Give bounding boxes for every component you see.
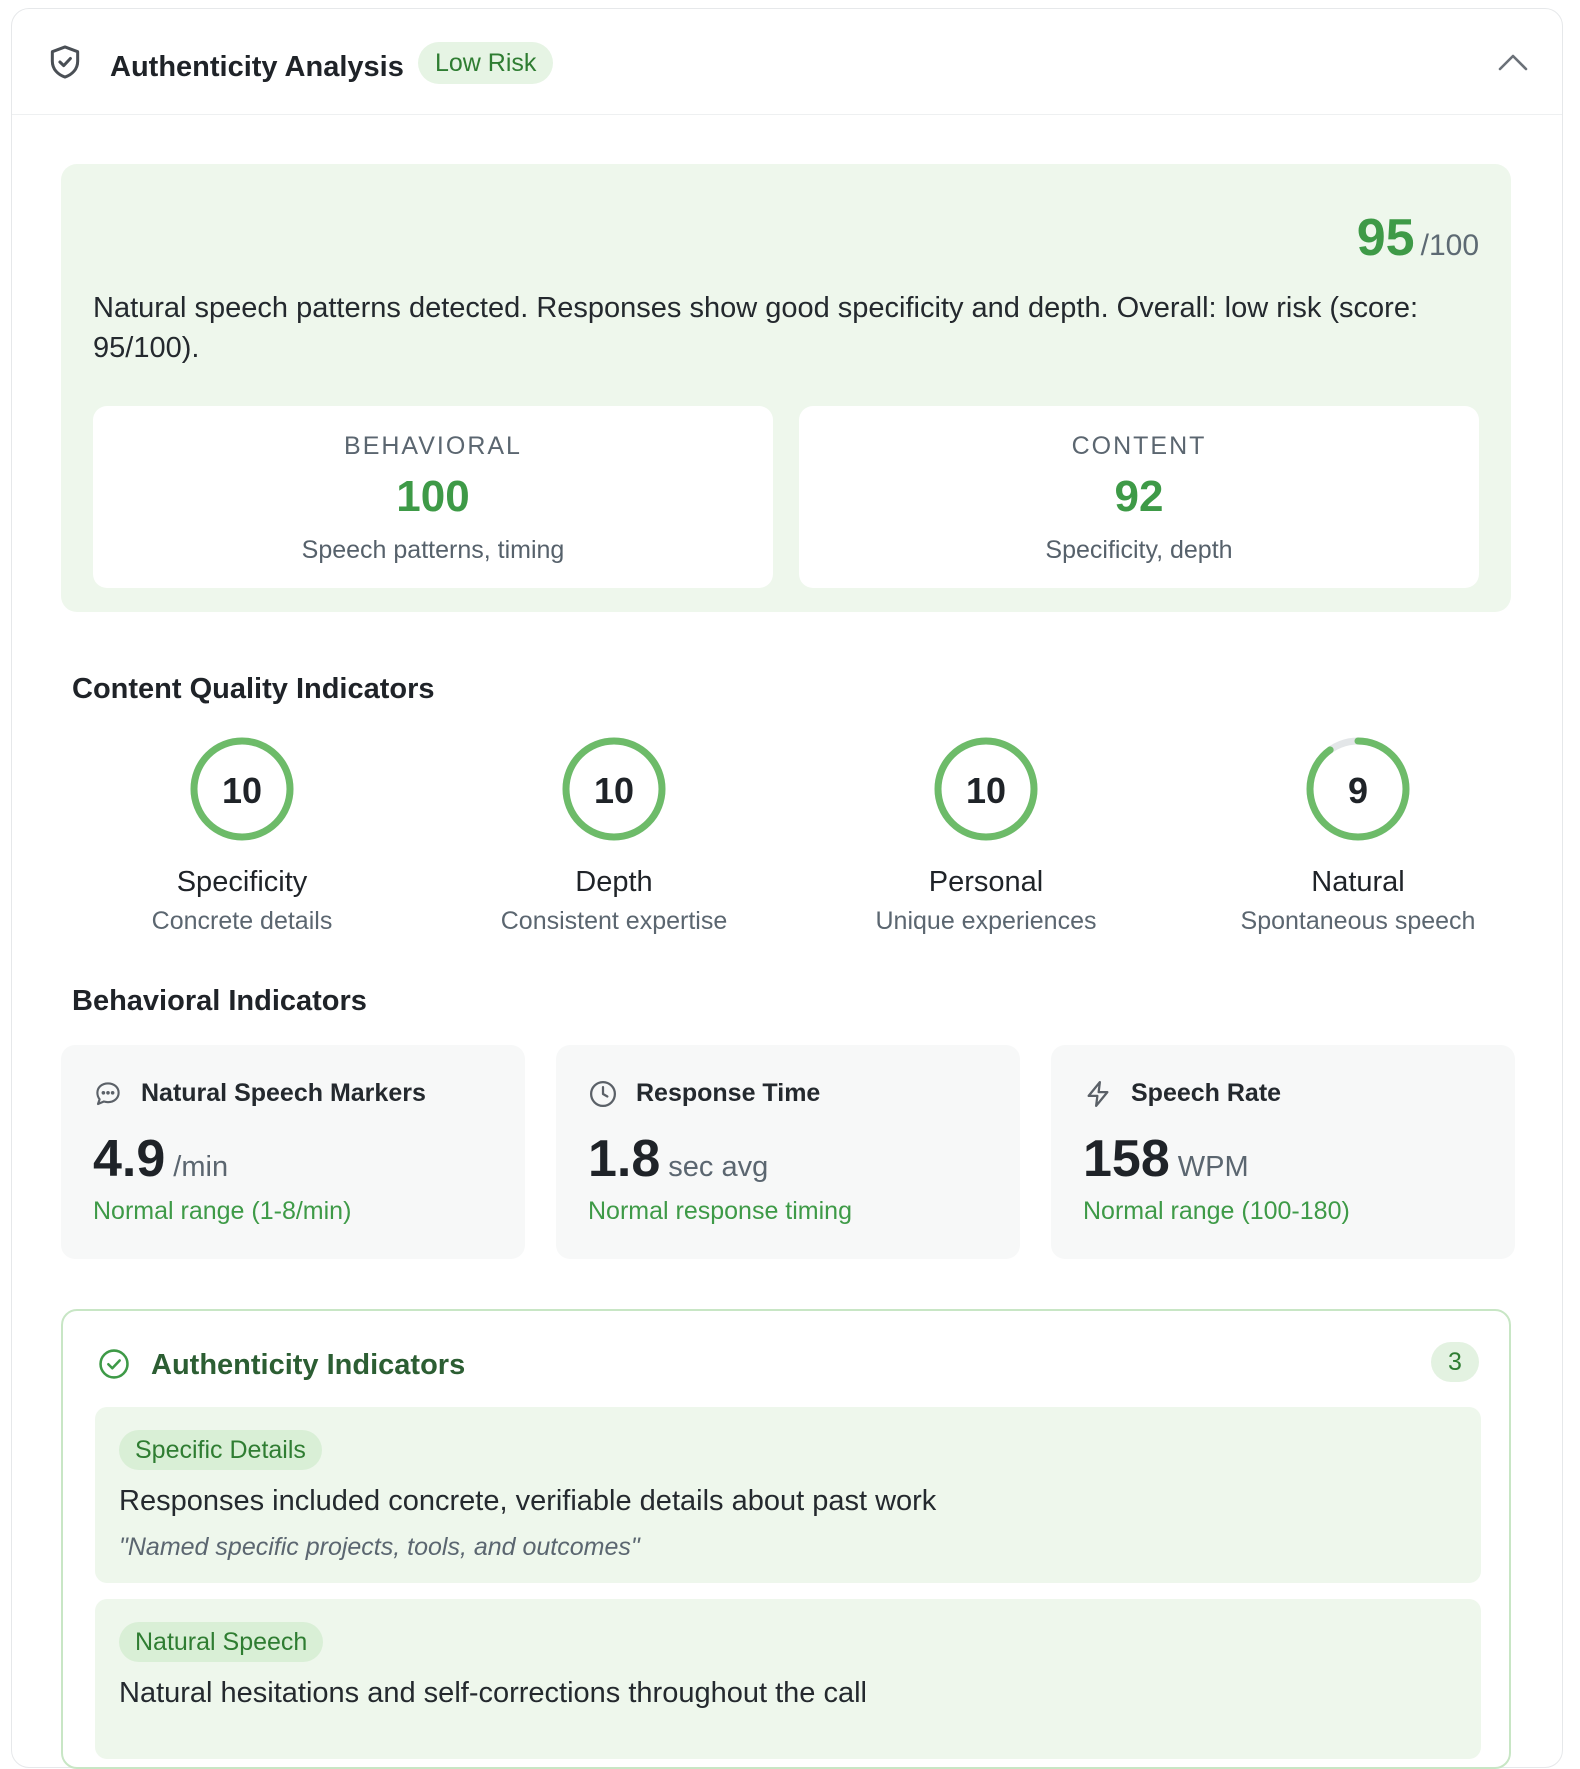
speech-rate-title: Speech Rate: [1131, 1079, 1282, 1107]
authenticity-analysis-card: Authenticity Analysis Low Risk 95/100 Na…: [11, 8, 1563, 1769]
lightning-icon: [1087, 1081, 1109, 1107]
score-ring-value: 10: [221, 770, 263, 811]
clock-icon: [590, 1081, 616, 1107]
quality-indicator-personal: 10 Personal Unique experiences: [800, 734, 1172, 936]
content-quality-title: Content Quality Indicators: [72, 673, 435, 705]
speech-markers-unit: /min: [173, 1151, 229, 1183]
overall-score: 95/100: [1357, 208, 1479, 268]
indicator-item: Specific Details Responses included conc…: [95, 1407, 1481, 1583]
quality-indicator-label: Depth: [575, 866, 653, 898]
risk-summary-panel: 95/100 Natural speech patterns detected.…: [61, 164, 1511, 612]
risk-badge: Low Risk: [418, 42, 554, 84]
overall-score-value: 95: [1356, 209, 1415, 267]
behavioral-indicators-title: Behavioral Indicators: [72, 985, 367, 1017]
speech-rate-card: Speech Rate 158 WPM Normal range (100-180…: [1051, 1045, 1515, 1259]
check-circle-icon: [99, 1349, 129, 1379]
quality-indicator-desc: Unique experiences: [875, 907, 1097, 935]
content-score-card: CONTENT 92 Specificity, depth: [799, 406, 1479, 588]
speech-markers-metric: 4.9/min: [93, 1129, 228, 1189]
behavioral-score-label: BEHAVIORAL: [344, 432, 522, 460]
quality-indicator-label: Natural: [1311, 866, 1405, 898]
speech-rate-metric: 158 WPM: [1083, 1129, 1249, 1189]
indicator-tag: Natural Speech: [119, 1622, 324, 1662]
content-score-label: CONTENT: [1071, 432, 1207, 460]
quality-indicator-depth: 10 Depth Consistent expertise: [428, 734, 800, 936]
score-ring-value: 9: [1347, 770, 1369, 811]
behavioral-score-value: 100: [396, 472, 470, 521]
response-time-title: Response Time: [636, 1079, 821, 1107]
score-ring-value: 10: [593, 770, 635, 811]
quality-indicator-desc: Concrete details: [151, 907, 333, 935]
indicator-item: Natural Speech Natural hesitations and s…: [95, 1599, 1481, 1759]
authenticity-indicators-title: Authenticity Indicators: [151, 1349, 466, 1381]
response-time-metric: 1.8 sec avg: [588, 1129, 768, 1189]
response-time-value: 1.8: [588, 1130, 661, 1188]
overall-score-max: /100: [1420, 229, 1479, 262]
speech-rate-note: Normal range (100-180): [1083, 1197, 1350, 1225]
response-time-unit: sec avg: [668, 1151, 769, 1183]
speech-markers-title: Natural Speech Markers: [141, 1079, 426, 1107]
content-score-desc: Specificity, depth: [1045, 536, 1233, 564]
speech-markers-note: Normal range (1-8/min): [93, 1197, 352, 1225]
indicator-quote: "Named specific projects, tools, and out…: [119, 1533, 640, 1561]
shield-check-icon: [50, 45, 80, 79]
quality-indicator-desc: Spontaneous speech: [1240, 907, 1476, 935]
content-score-value: 92: [1114, 472, 1164, 521]
indicator-text: Responses included concrete, verifiable …: [119, 1485, 937, 1517]
indicator-tag: Specific Details: [119, 1430, 322, 1470]
speech-markers-value: 4.9: [93, 1130, 166, 1188]
indicator-count-badge: 3: [1431, 1342, 1479, 1382]
quality-indicator-label: Specificity: [176, 866, 308, 898]
response-time-note: Normal response timing: [588, 1197, 852, 1225]
card-header[interactable]: Authenticity Analysis Low Risk: [12, 9, 1562, 115]
score-ring-value: 10: [965, 770, 1007, 811]
chevron-up-icon[interactable]: [1496, 49, 1530, 75]
page-title: Authenticity Analysis: [110, 51, 404, 83]
quality-indicator-specificity: 10 Specificity Concrete details: [56, 734, 428, 936]
speech-rate-unit: WPM: [1177, 1151, 1249, 1183]
summary-text: Natural speech patterns detected. Respon…: [93, 292, 1419, 364]
speech-rate-value: 158: [1083, 1130, 1170, 1188]
quality-indicator-natural: 9 Natural Spontaneous speech: [1172, 734, 1544, 936]
speech-markers-card: Natural Speech Markers 4.9/min Normal ra…: [61, 1045, 525, 1259]
response-time-card: Response Time 1.8 sec avg Normal response…: [556, 1045, 1020, 1259]
indicator-text: Natural hesitations and self-corrections…: [119, 1677, 867, 1709]
behavioral-score-desc: Speech patterns, timing: [301, 536, 565, 564]
authenticity-indicators-panel: Authenticity Indicators 3 Specific Detai…: [61, 1309, 1511, 1769]
quality-indicator-desc: Consistent expertise: [500, 907, 728, 935]
behavioral-score-card: BEHAVIORAL 100 Speech patterns, timing: [93, 406, 773, 588]
chat-bubble-icon: [96, 1082, 120, 1106]
quality-indicator-label: Personal: [928, 866, 1044, 898]
